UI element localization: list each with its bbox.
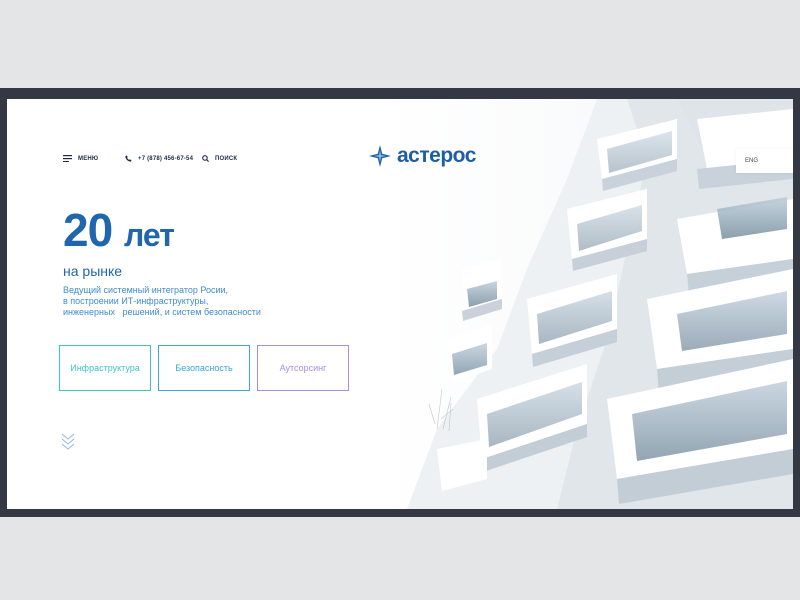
hamburger-icon [63, 155, 72, 162]
button-label: Аутсорсинг [279, 363, 327, 373]
description-line: в построении ИТ-инфраструктуры, [63, 296, 209, 306]
description-line: Ведущий системный интегратор Росии, [63, 285, 229, 295]
hero-description: Ведущий системный интегратор Росии, в по… [63, 285, 261, 318]
button-label: Инфраструктура [70, 363, 140, 373]
phone-icon [125, 155, 132, 162]
brand-name: астерос [397, 144, 476, 167]
device-frame: МЕНЮ +7 (878) 456-67-54 ПОИСК астерос EN… [0, 99, 800, 517]
button-label: Безопасность [175, 363, 233, 373]
search-label: ПОИСК [215, 155, 238, 162]
browser-top-bar [0, 88, 800, 99]
menu-button[interactable]: МЕНЮ [63, 155, 98, 162]
star-logo-icon [369, 145, 391, 167]
outsourcing-button[interactable]: Аутсорсинг [257, 345, 349, 391]
menu-label: МЕНЮ [78, 155, 99, 162]
description-line: инженерных решений, и систем безопасност… [63, 307, 261, 317]
phone-number: +7 (878) 456-67-54 [138, 155, 194, 162]
language-switch[interactable]: ENG [736, 149, 793, 173]
phone-link[interactable]: +7 (878) 456-67-54 [125, 155, 193, 162]
logo[interactable]: астерос [369, 144, 476, 168]
hero-subtitle: на рынке [63, 263, 123, 279]
hero-unit: лет [123, 217, 175, 253]
search-icon [202, 155, 209, 162]
security-button[interactable]: Безопасность [158, 345, 250, 391]
infrastructure-button[interactable]: Инфраструктура [59, 345, 151, 391]
language-label: ENG [745, 158, 759, 164]
chevron-down-icon[interactable] [61, 433, 75, 451]
search-button[interactable]: ПОИСК [202, 155, 237, 162]
hero-number: 20 [63, 204, 113, 256]
hero-title: 20 лет [63, 204, 175, 256]
website-screen: МЕНЮ +7 (878) 456-67-54 ПОИСК астерос EN… [7, 99, 793, 509]
